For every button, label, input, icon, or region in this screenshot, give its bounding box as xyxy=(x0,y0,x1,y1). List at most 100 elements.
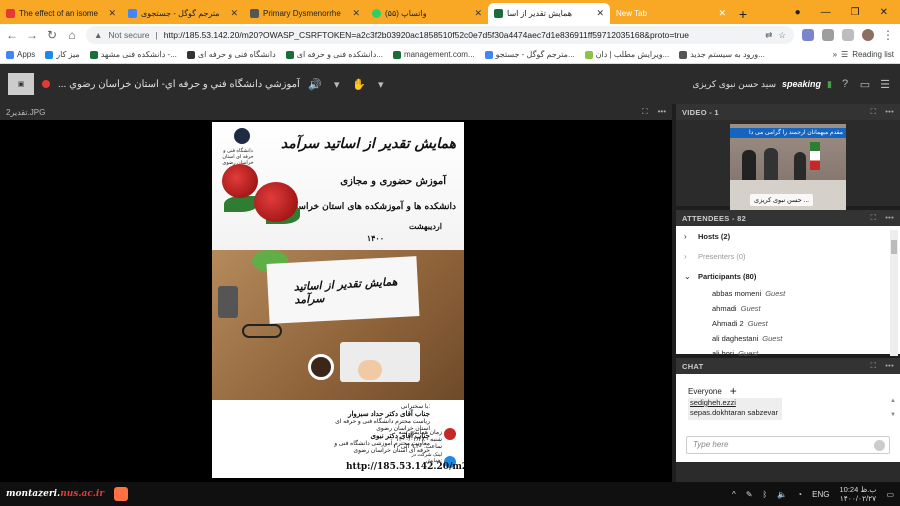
system-tray: ^ ✎ ᛒ 🔈 ◔ ENG 10:24 ب.ظ ۱۴۰۰/۰۲/۲۷ ▭ xyxy=(732,485,894,503)
translate-icon[interactable]: ⇄ xyxy=(765,30,772,41)
network-icon[interactable]: ◔ xyxy=(797,490,802,499)
notifications-icon[interactable]: ▭ xyxy=(886,490,894,499)
close-tab-icon[interactable]: ✕ xyxy=(230,8,238,19)
paper-title: همایش تقدیر از اساتید سرآمد xyxy=(293,275,398,307)
more-bookmarks-icon[interactable]: » xyxy=(833,50,837,59)
reading-list-icon: ☰ xyxy=(841,50,849,59)
bookmark-star-icon[interactable]: ☆ xyxy=(778,30,786,41)
taskbar-app-icon[interactable] xyxy=(114,487,129,501)
recording-icon xyxy=(42,80,50,88)
pod-options-icon[interactable]: ••• xyxy=(885,361,894,371)
chat-scrollbar[interactable]: ▲ ▼ xyxy=(890,398,896,418)
tab-strip: The effect of an isome ✕ مترجم گوگل - جست… xyxy=(0,0,900,24)
bookmark-item[interactable]: management.com... xyxy=(392,50,475,59)
clock[interactable]: 10:24 ب.ظ ۱۴۰۰/۰۲/۲۷ xyxy=(839,485,876,503)
raise-hand-icon[interactable]: ✋ xyxy=(352,78,366,91)
scroll-up-icon[interactable]: ▲ xyxy=(890,398,896,404)
profile-icon[interactable]: ● xyxy=(795,7,801,18)
restore-icon[interactable]: ❐ xyxy=(851,7,860,18)
help-icon[interactable]: ? xyxy=(838,78,852,90)
list-item[interactable]: ali daghestani Guest xyxy=(676,331,888,346)
bookmark-item[interactable]: دانشکده فنی مشهد -... xyxy=(89,50,177,59)
bookmark-item[interactable]: ویرایش مطلب | دان... xyxy=(584,50,669,59)
bookmark-item[interactable]: میز کار xyxy=(45,50,80,59)
emoji-icon[interactable] xyxy=(874,440,885,451)
bookmark-item[interactable]: ورود به سیستم جدید... xyxy=(679,50,765,59)
close-tab-icon[interactable]: ✕ xyxy=(474,8,482,19)
clock-icon xyxy=(444,428,456,440)
speaking-name: سید حسن نبوی کریزی xyxy=(692,78,777,89)
bookmark-item[interactable]: دانشگاه فنی و حرفه ای xyxy=(186,50,276,59)
fullscreen-icon[interactable]: ⛶ xyxy=(642,107,648,117)
address-bar[interactable]: ▲ Not secure | http://185.53.142.20/m20?… xyxy=(86,26,794,44)
back-icon[interactable]: ← xyxy=(6,28,18,42)
browser-tab[interactable]: New Tab ✕ xyxy=(610,3,732,24)
avatar[interactable] xyxy=(862,29,874,41)
chat-pod: CHAT ⛶ ••• Everyone + sedigheh.ezzi sepas.… xyxy=(676,358,900,462)
hand-dropdown-icon[interactable]: ▾ xyxy=(374,78,388,91)
pod-options-icon[interactable]: ••• xyxy=(885,213,894,223)
close-tab-icon[interactable]: ✕ xyxy=(352,8,360,19)
close-tab-icon[interactable]: ✕ xyxy=(596,8,604,19)
home-icon[interactable]: ⌂ xyxy=(66,28,78,42)
speaker-icon[interactable]: 🔊 xyxy=(308,78,322,91)
group-hosts[interactable]: › Hosts (2) xyxy=(676,226,888,246)
extension-shield-icon[interactable] xyxy=(802,29,814,41)
chat-input[interactable]: Type here xyxy=(686,436,890,454)
share-pod-header: تقدیر2.JPG ⛶ ••• xyxy=(0,104,672,120)
language-indicator[interactable]: ENG xyxy=(812,490,829,499)
new-chat-icon[interactable]: + xyxy=(730,384,737,398)
list-item[interactable]: ahmadi Guest xyxy=(676,301,888,316)
browser-tab[interactable]: (۵۵) واتساپ ✕ xyxy=(366,3,488,24)
attendee-scrollbar[interactable] xyxy=(890,230,898,356)
webcam-video[interactable]: مقدم میهمانان ارجمند را گرامی می دا حسن … xyxy=(730,124,846,210)
meeting-header: ▣ ... آموزشي دانشگاه فني و حرفه اي- استا… xyxy=(0,64,900,104)
bookmark-apps[interactable]: Apps xyxy=(6,50,35,59)
fullscreen-icon[interactable]: ⛶ xyxy=(871,213,877,223)
url-text[interactable]: http://185.53.142.20/m20?OWASP_CSRFTOKEN… xyxy=(164,30,760,40)
security-label[interactable]: Not secure xyxy=(108,30,149,40)
volume-icon[interactable]: 🔈 xyxy=(777,490,787,499)
warning-icon[interactable]: ▲ xyxy=(94,30,102,40)
close-tab-icon[interactable]: ✕ xyxy=(718,8,726,19)
close-window-icon[interactable]: ✕ xyxy=(880,7,888,18)
pod-options-icon[interactable]: ••• xyxy=(885,107,894,117)
reload-icon[interactable]: ↻ xyxy=(46,28,58,42)
bookmark-item[interactable]: دانشکده فنی و حرفه ای... xyxy=(285,50,383,59)
list-item[interactable]: abbas momeni Guest xyxy=(676,286,888,301)
poster-subtitle: آموزش حضوری و مجازی xyxy=(340,176,446,187)
group-participants[interactable]: ⌄ Participants (80) xyxy=(676,266,888,286)
menu-icon[interactable]: ⋮ xyxy=(882,28,894,42)
show-hidden-icons[interactable]: ^ xyxy=(732,490,736,499)
menu-icon[interactable]: ☰ xyxy=(878,78,892,91)
fullscreen-icon[interactable]: ⛶ xyxy=(871,361,877,371)
list-item[interactable]: ali hori Guest xyxy=(676,346,888,358)
browser-tab[interactable]: مترجم گوگل - جستجوی ✕ xyxy=(122,3,244,24)
university-logo xyxy=(234,128,250,144)
pen-icon[interactable]: ✎ xyxy=(746,490,753,499)
list-item[interactable]: Ahmadi 2 Guest xyxy=(676,316,888,331)
browser-tab-active[interactable]: همایش تقدیر از اسا ✕ xyxy=(488,3,610,24)
bluetooth-icon[interactable]: ᛒ xyxy=(763,490,768,499)
browser-tab[interactable]: Primary Dysmenorrhe ✕ xyxy=(244,3,366,24)
bookmark-item[interactable]: مترجم گوگل - جستجو... xyxy=(484,50,575,59)
group-presenters[interactable]: › Presenters (0) xyxy=(676,246,888,266)
layout-icon[interactable]: ▭ xyxy=(858,78,872,91)
minimize-icon[interactable]: — xyxy=(821,7,831,18)
close-tab-icon[interactable]: ✕ xyxy=(108,8,116,19)
reading-list[interactable]: » ☰ Reading list xyxy=(833,50,894,59)
forward-icon[interactable]: → xyxy=(26,28,38,42)
scroll-down-icon[interactable]: ▼ xyxy=(890,412,896,418)
scrollbar-thumb[interactable] xyxy=(891,240,897,254)
puzzle-icon[interactable] xyxy=(842,29,854,41)
fullscreen-icon[interactable]: ⛶ xyxy=(871,107,877,117)
audio-level-icon: ▮ xyxy=(827,78,832,89)
pod-options-icon[interactable]: ••• xyxy=(658,107,666,117)
window-controls: ● — ❐ ✕ xyxy=(795,0,900,24)
extension-icon[interactable] xyxy=(822,29,834,41)
chat-tab-everyone[interactable]: Everyone + xyxy=(688,384,737,398)
new-tab-button[interactable]: + xyxy=(732,3,754,24)
speaker-dropdown-icon[interactable]: ▾ xyxy=(330,78,344,91)
poster-schedule: زمان همایش: سه شنبه - ۱۴۰۰/۰۲/۲۸ ساعت: ۹… xyxy=(392,430,442,450)
browser-tab[interactable]: The effect of an isome ✕ xyxy=(0,3,122,24)
